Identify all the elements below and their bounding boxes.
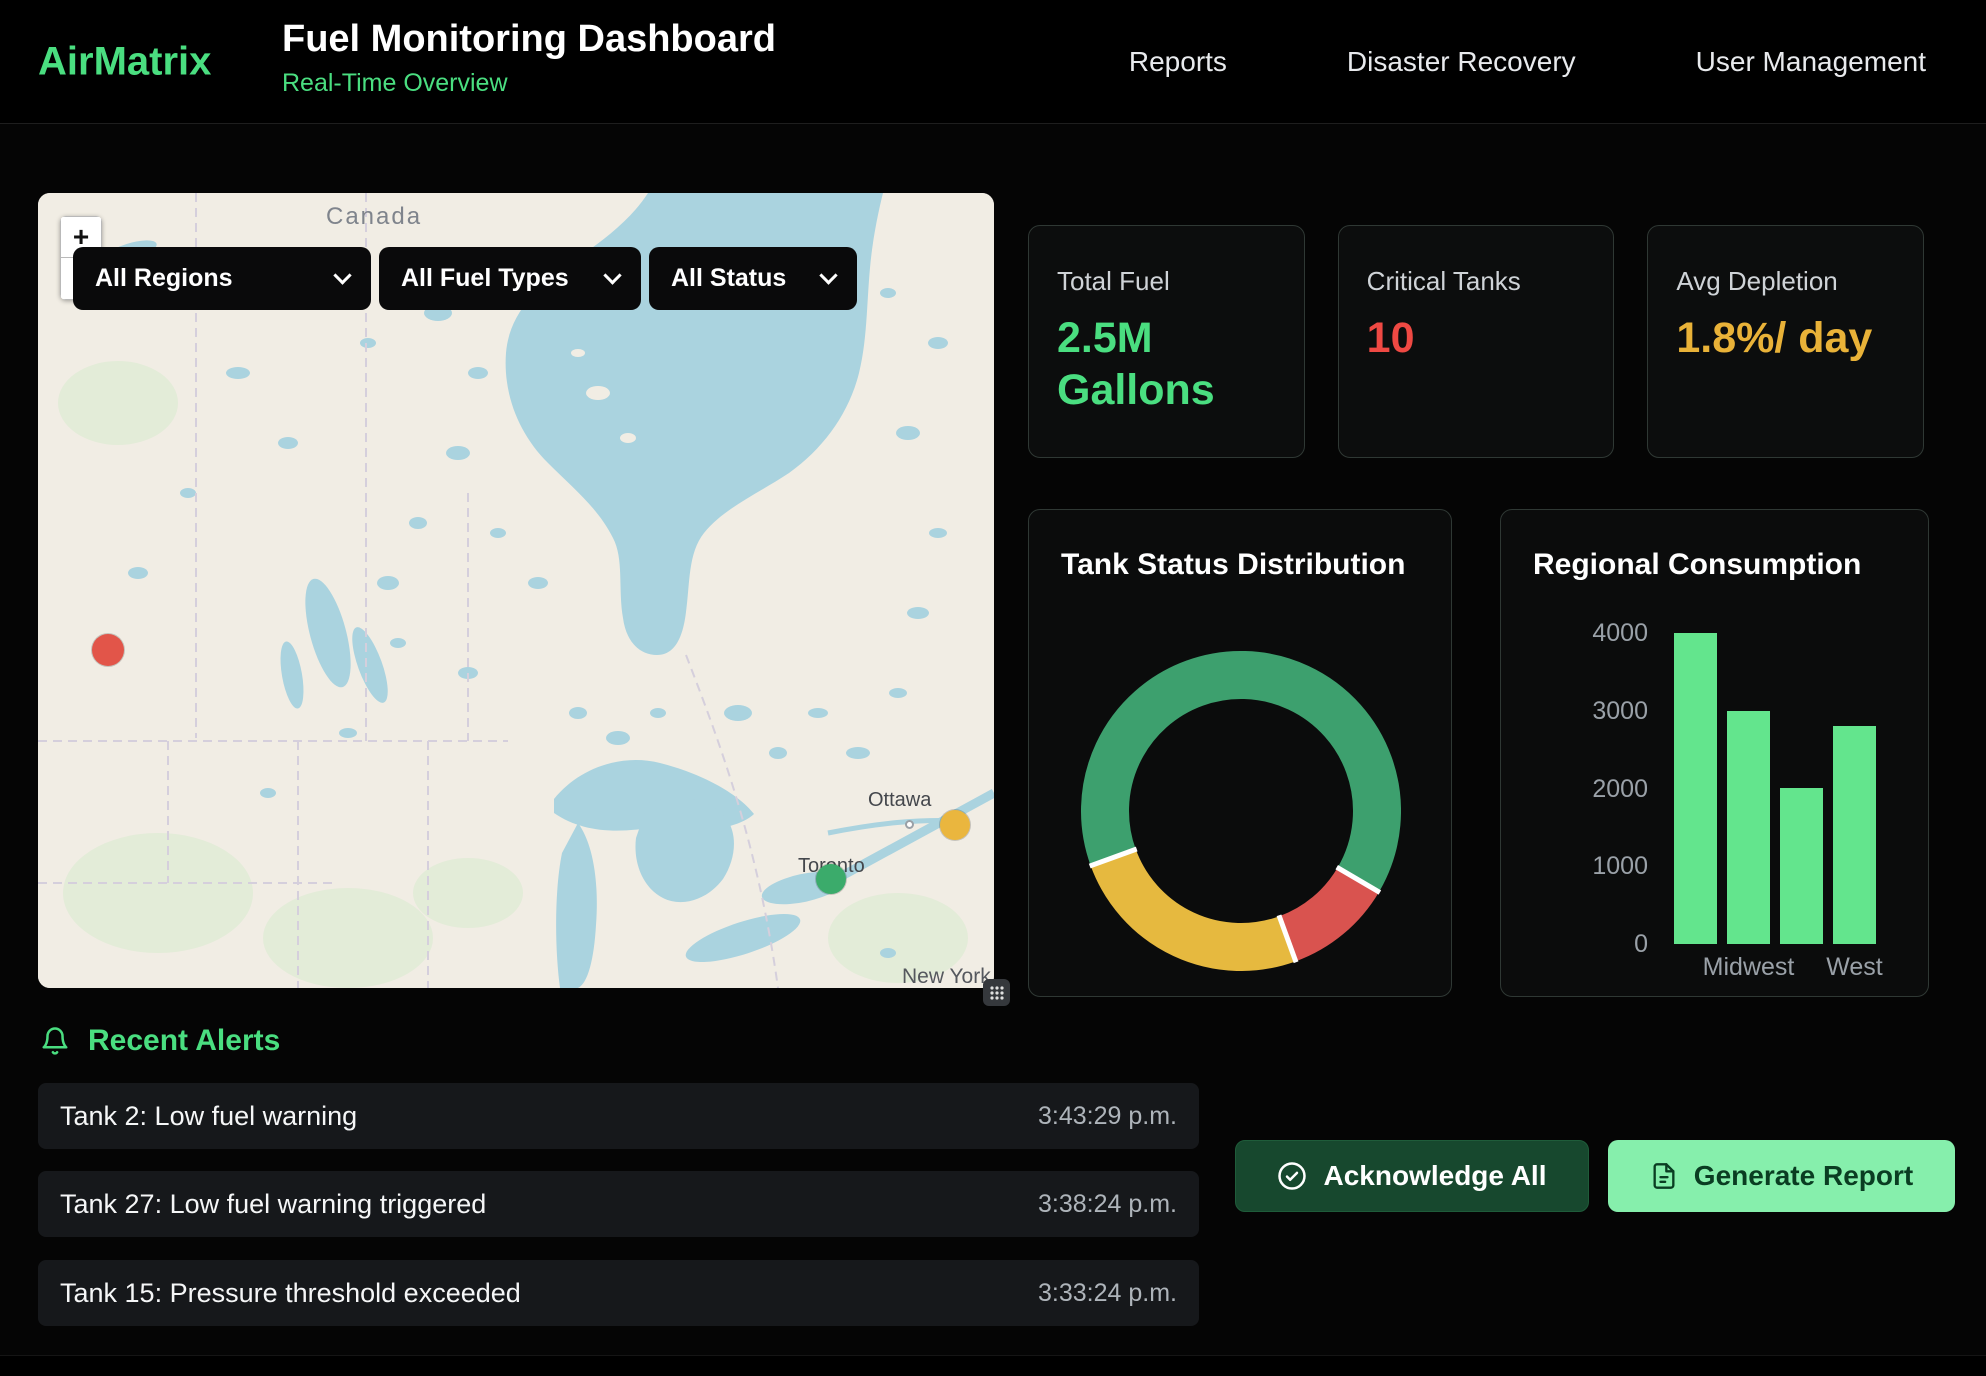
normal-tank-marker[interactable] <box>816 864 846 894</box>
consumption-bar: West <box>1833 726 1876 984</box>
main-nav: Reports Disaster Recovery User Managemen… <box>1129 0 1926 123</box>
alert-time: 3:43:29 p.m. <box>1038 1102 1177 1131</box>
generate-report-label: Generate Report <box>1694 1160 1913 1192</box>
consumption-bar: Midwest <box>1727 711 1770 984</box>
y-axis-tick: 2000 <box>1529 774 1648 804</box>
total-fuel-label: Total Fuel <box>1057 266 1276 297</box>
warning-tank-marker[interactable] <box>940 810 970 840</box>
footer-strip <box>0 1355 1986 1376</box>
map-label-new-york: New York <box>902 965 991 988</box>
map-label-canada: Canada <box>326 203 422 231</box>
bar-x-label: West <box>1826 944 1883 984</box>
map-panel[interactable]: Canada Ottawa Toronto New York + − All R… <box>38 193 994 988</box>
chevron-down-icon <box>819 266 837 284</box>
alert-time: 3:33:24 p.m. <box>1038 1279 1177 1308</box>
y-axis-tick: 4000 <box>1529 618 1648 648</box>
fuel-types-filter-dropdown[interactable]: All Fuel Types <box>379 247 641 310</box>
nav-disaster-recovery[interactable]: Disaster Recovery <box>1347 46 1576 78</box>
tank-status-title: Tank Status Distribution <box>1029 510 1451 582</box>
header: AirMatrix Fuel Monitoring Dashboard Real… <box>0 0 1986 124</box>
status-filter-value: All Status <box>671 264 786 293</box>
nav-user-management[interactable]: User Management <box>1696 46 1926 78</box>
y-axis-tick: 3000 <box>1529 696 1648 726</box>
map-grip-icon[interactable] <box>983 979 1010 1006</box>
alert-message: Tank 27: Low fuel warning triggered <box>60 1189 486 1220</box>
recent-alerts-title: Recent Alerts <box>88 1024 280 1058</box>
generate-report-button[interactable]: Generate Report <box>1608 1140 1955 1212</box>
map-label-ottawa: Ottawa <box>868 789 931 812</box>
total-fuel-card: Total Fuel 2.5M Gallons <box>1028 225 1305 458</box>
check-circle-icon <box>1277 1161 1307 1191</box>
acknowledge-all-label: Acknowledge All <box>1323 1160 1546 1192</box>
nav-reports[interactable]: Reports <box>1129 46 1227 78</box>
alert-row[interactable]: Tank 27: Low fuel warning triggered 3:38… <box>38 1171 1199 1237</box>
y-axis-tick: 1000 <box>1529 851 1648 881</box>
chevron-down-icon <box>333 266 351 284</box>
y-axis-tick: 0 <box>1529 929 1648 959</box>
alert-row[interactable]: Tank 2: Low fuel warning 3:43:29 p.m. <box>38 1083 1199 1149</box>
alert-row[interactable]: Tank 15: Pressure threshold exceeded 3:3… <box>38 1260 1199 1326</box>
regional-consumption-card: Regional Consumption 4000 3000 2000 1000 0 M… <box>1500 509 1929 997</box>
regions-filter-dropdown[interactable]: All Regions <box>73 247 371 310</box>
avg-depletion-value: 1.8%/ day <box>1676 313 1895 365</box>
critical-tanks-label: Critical Tanks <box>1367 266 1586 297</box>
alert-time: 3:38:24 p.m. <box>1038 1190 1177 1219</box>
status-filter-dropdown[interactable]: All Status <box>649 247 857 310</box>
stat-cards-row: Total Fuel 2.5M Gallons Critical Tanks 1… <box>1028 225 1924 458</box>
acknowledge-all-button[interactable]: Acknowledge All <box>1235 1140 1589 1212</box>
app-logo[interactable]: AirMatrix <box>38 39 211 84</box>
critical-tanks-card: Critical Tanks 10 <box>1338 225 1615 458</box>
tank-status-donut-chart <box>1081 651 1401 971</box>
regional-bar-chart: Midwest West <box>1674 633 1876 984</box>
tank-status-card: Tank Status Distribution <box>1028 509 1452 997</box>
regional-consumption-title: Regional Consumption <box>1501 510 1928 582</box>
title-block: Fuel Monitoring Dashboard Real-Time Over… <box>282 18 776 98</box>
alert-message: Tank 2: Low fuel warning <box>60 1101 357 1132</box>
bell-icon <box>40 1025 70 1057</box>
critical-tank-marker[interactable] <box>92 634 124 666</box>
consumption-bar <box>1674 633 1717 984</box>
ottawa-town-dot <box>905 820 914 829</box>
chevron-down-icon <box>603 266 621 284</box>
map-filter-bar: All Regions All Fuel Types All Status <box>73 247 857 310</box>
critical-tanks-value: 10 <box>1367 313 1586 365</box>
page-subtitle: Real-Time Overview <box>282 69 776 98</box>
regions-filter-value: All Regions <box>95 264 233 293</box>
avg-depletion-label: Avg Depletion <box>1676 266 1895 297</box>
regional-y-axis: 40003000200010000 <box>1529 633 1648 944</box>
alert-message: Tank 15: Pressure threshold exceeded <box>60 1278 521 1309</box>
fuel-types-filter-value: All Fuel Types <box>401 264 569 293</box>
page-title: Fuel Monitoring Dashboard <box>282 18 776 61</box>
avg-depletion-card: Avg Depletion 1.8%/ day <box>1647 225 1924 458</box>
recent-alerts-header: Recent Alerts <box>40 1024 280 1058</box>
document-icon <box>1650 1162 1678 1190</box>
consumption-bar <box>1780 788 1823 984</box>
total-fuel-value: 2.5M Gallons <box>1057 313 1276 416</box>
